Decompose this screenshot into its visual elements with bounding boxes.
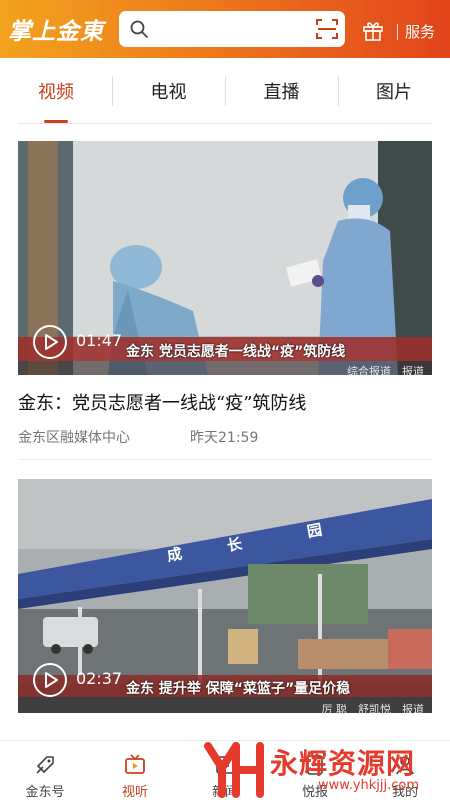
video-credit: 综合报道 报道 <box>347 365 424 375</box>
watermark-text: 永辉资源网 <box>270 747 416 780</box>
tab-separator <box>112 76 113 106</box>
video-caption: 金东 党员志愿者一线战“疫”筑防线 <box>126 344 346 360</box>
video-time: 昨天21:59 <box>190 430 259 446</box>
gift-icon[interactable] <box>361 18 385 42</box>
play-icon[interactable] <box>32 662 68 698</box>
video-thumbnail[interactable]: 成 长 园 02:37 金东 提升举 保障“菜篮子”量足价稳 厉 聪 舒凯悦 报… <box>18 479 432 713</box>
tab-tv[interactable]: 电视 <box>112 58 225 124</box>
top-header: 掌上金東 服务 <box>0 0 450 58</box>
search-bar[interactable] <box>119 11 345 47</box>
watermark-url: www.yhkjjj.com <box>318 778 420 793</box>
tab-video[interactable]: 视频 <box>0 58 112 124</box>
nav-item-shiting[interactable]: 视听 <box>90 741 180 800</box>
scan-icon[interactable] <box>315 17 339 41</box>
video-title[interactable]: 金东：党员志愿者一线战“疫”筑防线 <box>18 389 432 415</box>
play-icon[interactable] <box>32 324 68 360</box>
tab-separator <box>225 76 226 106</box>
video-source: 金东区融媒体中心 <box>18 430 130 446</box>
nav-item-jindonghao[interactable]: 金东号 <box>0 741 90 800</box>
app-root: 掌上金東 服务 视频 电视 直播 图片 01:47 金东 党员志愿者一线战“疫”… <box>0 0 450 800</box>
sign-char: 园 <box>306 521 324 541</box>
tab-live[interactable]: 直播 <box>225 58 338 124</box>
header-divider <box>397 24 398 40</box>
video-duration: 02:37 <box>76 669 123 688</box>
nav-label: 金东号 <box>25 785 65 800</box>
video-card[interactable]: 01:47 金东 党员志愿者一线战“疫”筑防线 综合报道 报道 金东：党员志愿者… <box>18 141 432 461</box>
video-duration: 01:47 <box>76 331 123 350</box>
tab-separator <box>338 76 339 106</box>
search-icon <box>130 20 148 38</box>
video-thumbnail[interactable]: 01:47 金东 党员志愿者一线战“疫”筑防线 综合报道 报道 <box>18 141 432 375</box>
service-button[interactable]: 服务 <box>405 21 435 42</box>
video-caption: 金东 提升举 保障“菜篮子”量足价稳 <box>126 681 351 697</box>
watermark-logo-icon <box>204 742 264 798</box>
video-card[interactable]: 成 长 园 02:37 金东 提升举 保障“菜篮子”量足价稳 厉 聪 舒凯悦 报… <box>18 479 432 719</box>
nav-label: 视听 <box>121 785 148 800</box>
rocket-tag-icon <box>36 756 54 774</box>
card-divider <box>18 459 432 460</box>
sign-char: 成 <box>166 545 184 565</box>
tab-pictures[interactable]: 图片 <box>338 58 450 124</box>
tabs-divider <box>18 123 432 124</box>
video-credit: 厉 聪 舒凯悦 报道 <box>321 703 425 713</box>
watermark: 永辉资源网 www.yhkjjj.com <box>198 740 450 800</box>
tv-icon <box>125 754 145 774</box>
app-logo[interactable]: 掌上金東 <box>0 12 118 46</box>
